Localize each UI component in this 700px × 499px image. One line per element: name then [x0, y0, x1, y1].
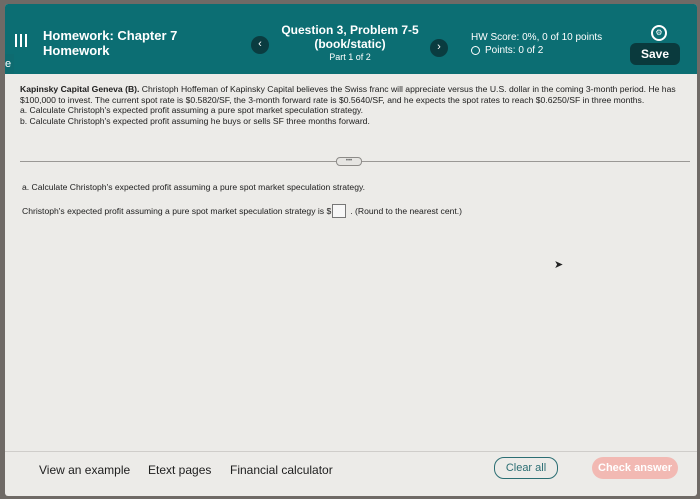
homework-label: Homework: [43, 28, 114, 43]
homework-title: Homework: Chapter 7 [43, 29, 177, 43]
question-subtitle: (book/static) [314, 37, 386, 51]
question-a-text: a. Calculate Christoph's expected profit… [22, 182, 366, 192]
points-text: Points: 0 of 2 [485, 45, 544, 56]
next-question-button[interactable]: › [430, 39, 448, 57]
app-window: Homework: Chapter 7 Homework ‹ Question … [5, 4, 697, 496]
etext-pages-link[interactable]: Etext pages [148, 463, 211, 477]
footer-divider [5, 451, 697, 452]
gear-icon[interactable]: ⚙ [651, 25, 667, 41]
chapter-label: Chapter 7 [117, 28, 178, 43]
menu-icon[interactable] [15, 34, 27, 47]
expand-dots-button[interactable]: ••• [336, 157, 362, 166]
points-row: Points: 0 of 2 [471, 45, 543, 56]
question-title: Question 3, Problem 7-5 [281, 23, 419, 37]
problem-item-b: b. Calculate Christoph's expected profit… [20, 115, 370, 126]
check-answer-button[interactable]: Check answer [592, 457, 678, 479]
view-example-link[interactable]: View an example [39, 463, 130, 477]
previous-question-button[interactable]: ‹ [251, 36, 269, 54]
clear-all-button[interactable]: Clear all [494, 457, 558, 479]
points-circle-icon [471, 46, 480, 55]
homework-subtitle: Homework [43, 43, 110, 58]
problem-item-a: a. Calculate Christoph's expected profit… [20, 105, 364, 116]
save-button[interactable]: Save [630, 43, 680, 65]
edge-e-icon: e [5, 54, 14, 74]
answer-hint: . (Round to the nearest cent.) [350, 206, 463, 216]
header-bar: Homework: Chapter 7 Homework ‹ Question … [5, 4, 697, 74]
mouse-cursor-icon: ➤ [554, 259, 564, 271]
hw-score: HW Score: 0%, 0 of 10 points [471, 32, 603, 43]
answer-line: Christoph's expected profit assuming a p… [22, 204, 462, 218]
answer-input[interactable] [332, 204, 347, 218]
answer-prompt: Christoph's expected profit assuming a p… [22, 206, 332, 216]
part-indicator: Part 1 of 2 [329, 52, 371, 62]
problem-lead: Kapinsky Capital Geneva (B). [20, 84, 140, 94]
problem-statement: Kapinsky Capital Geneva (B). Christoph H… [20, 84, 685, 126]
financial-calculator-link[interactable]: Financial calculator [230, 463, 333, 477]
